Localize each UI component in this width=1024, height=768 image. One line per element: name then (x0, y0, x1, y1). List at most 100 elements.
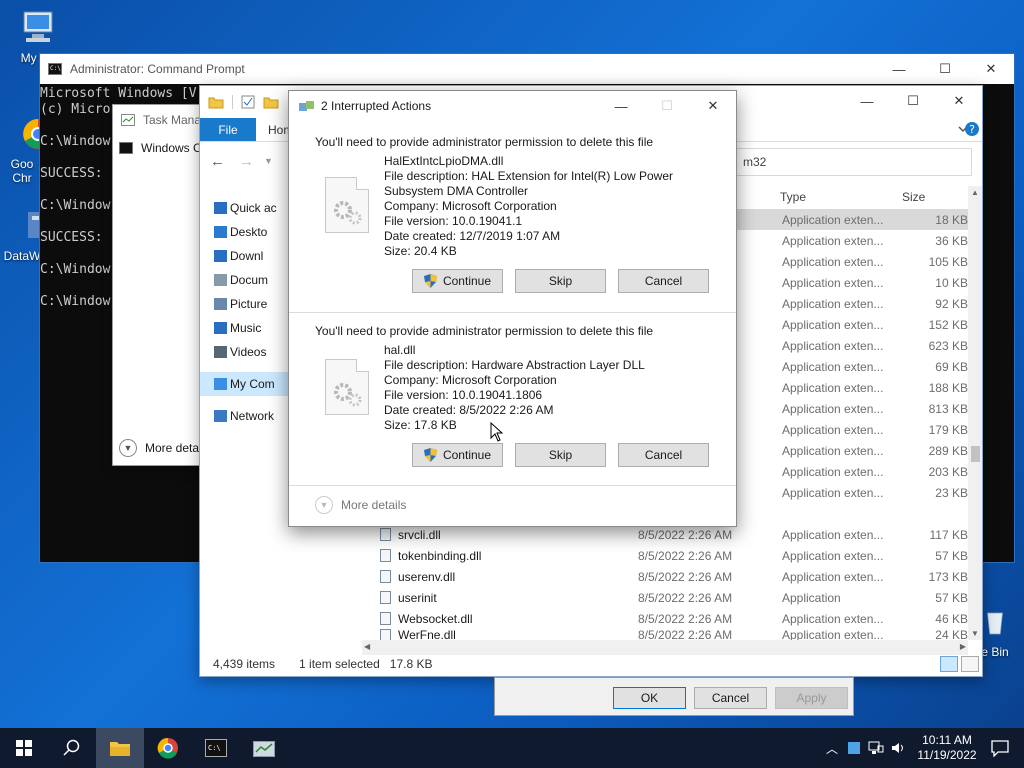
apply-button[interactable]: Apply (775, 687, 848, 709)
file-type: Application exten... (782, 527, 884, 542)
file-date: 8/5/2022 2:26 AM (638, 548, 733, 563)
notifications-icon[interactable] (990, 739, 1010, 757)
file-icon (380, 549, 391, 562)
more-details-toggle[interactable]: ▼ More deta (119, 439, 199, 457)
chevron-down-icon[interactable]: ▼ (264, 156, 273, 166)
table-row[interactable]: srvcli.dll 8/5/2022 2:26 AM Application ex… (374, 524, 968, 545)
nav-item[interactable]: Picture (200, 292, 296, 316)
address-bar[interactable]: m32 (734, 148, 972, 176)
skip-button[interactable]: Skip (515, 443, 606, 467)
status-bar: 4,439 items 1 item selected 17.8 KB (200, 652, 982, 676)
table-row[interactable]: Websocket.dll 8/5/2022 2:26 AM Application… (374, 608, 968, 629)
selection-count: 1 item selected (299, 657, 380, 671)
file-size: 10 KB (935, 275, 968, 290)
nav-item-label: Quick ac (230, 201, 277, 215)
document-icon (214, 274, 227, 286)
back-arrow-icon[interactable]: ← (210, 153, 225, 170)
file-name: Websocket.dll (398, 611, 473, 626)
nav-item[interactable]: Downl (200, 244, 296, 268)
tab-file[interactable]: File (200, 118, 256, 141)
file-size: 117 KB (929, 527, 968, 542)
chevron-up-icon[interactable]: ︿ (826, 740, 838, 757)
search-button[interactable] (48, 728, 96, 768)
file-description-cont: Subsystem DMA Controller (384, 184, 529, 198)
file-icon (380, 612, 391, 625)
volume-icon[interactable] (890, 741, 906, 755)
file-type: Application exten... (782, 464, 884, 479)
interrupted-actions-dialog[interactable]: 2 Interrupted Actions — ☐ ✕ You'll need … (288, 90, 737, 527)
task-manager-icon (121, 114, 135, 126)
nav-item[interactable]: Quick ac (200, 196, 296, 220)
nav-item[interactable]: Network (200, 404, 296, 428)
scroll-down-icon[interactable]: ▼ (971, 629, 979, 638)
file-type: Application exten... (782, 401, 884, 416)
file-icon (380, 570, 391, 583)
cancel-button[interactable]: Cancel (618, 443, 709, 467)
minimize-button[interactable]: — (876, 54, 922, 84)
nav-item-label: My Com (230, 377, 275, 391)
file-description: File description: Hardware Abstraction L… (384, 358, 645, 372)
nav-item[interactable]: My Com (200, 372, 296, 396)
scroll-left-icon[interactable]: ◀ (364, 642, 370, 651)
ok-button[interactable]: OK (613, 687, 686, 709)
file-type: Application exten... (782, 275, 884, 290)
taskbar: C:\ ︿ 10:11 AM 11/19/2022 (0, 728, 1024, 768)
permission-message: You'll need to provide administrator per… (315, 135, 654, 149)
table-row[interactable]: tokenbinding.dll 8/5/2022 2:26 AM Applicat… (374, 545, 968, 566)
help-icon[interactable]: ? (964, 121, 980, 137)
scroll-thumb[interactable] (971, 446, 980, 462)
file-size: Size: 20.4 KB (384, 244, 457, 258)
table-row[interactable]: userinit 8/5/2022 2:26 AM Application 57 KB (374, 587, 968, 608)
close-button[interactable]: ✕ (690, 91, 736, 121)
cancel-button[interactable]: Cancel (618, 269, 709, 293)
nav-item[interactable]: Deskto (200, 220, 296, 244)
vertical-scrollbar[interactable]: ▲ ▼ (968, 186, 982, 640)
new-folder-icon[interactable] (263, 95, 279, 109)
nav-item[interactable]: Music (200, 316, 296, 340)
item-count: 4,439 items (213, 657, 276, 671)
taskbar-task-manager[interactable] (240, 728, 288, 768)
clock-date: 11/19/2022 (917, 748, 977, 762)
cancel-button[interactable]: Cancel (694, 687, 767, 709)
more-details-toggle[interactable]: ▼ More details (315, 496, 406, 514)
maximize-button[interactable]: ☐ (890, 86, 936, 116)
clock[interactable]: 10:11 AM 11/19/2022 (912, 733, 982, 763)
search-icon (63, 739, 80, 756)
cmd-icon (48, 63, 62, 75)
taskbar-chrome[interactable] (144, 728, 192, 768)
file-name: tokenbinding.dll (398, 548, 482, 563)
cmd-titlebar[interactable]: Administrator: Command Prompt (40, 54, 1014, 84)
minimize-button[interactable]: — (598, 91, 644, 121)
permission-message: You'll need to provide administrator per… (315, 324, 654, 338)
network-icon[interactable] (868, 741, 884, 755)
forward-arrow-icon[interactable]: → (239, 153, 254, 170)
large-icons-view-icon[interactable] (961, 656, 979, 672)
column-header-type[interactable]: Type (774, 186, 896, 208)
folder-icon (208, 97, 224, 109)
continue-button[interactable]: Continue (412, 443, 503, 467)
scroll-right-icon[interactable]: ▶ (960, 642, 966, 651)
taskbar-command-prompt[interactable]: C:\ (192, 728, 240, 768)
file-date: 8/5/2022 2:26 AM (638, 590, 733, 605)
close-button[interactable]: ✕ (936, 86, 982, 116)
minimize-button[interactable]: — (844, 86, 890, 116)
maximize-button[interactable]: ☐ (922, 54, 968, 84)
column-header-size[interactable]: Size (896, 186, 968, 208)
scroll-up-icon[interactable]: ▲ (971, 188, 979, 197)
nav-item-label: Docum (230, 273, 269, 287)
table-row[interactable]: userenv.dll 8/5/2022 2:26 AM Application e… (374, 566, 968, 587)
properties-icon[interactable] (241, 95, 255, 109)
details-view-icon[interactable] (940, 656, 958, 672)
close-button[interactable]: ✕ (968, 54, 1014, 84)
continue-label: Continue (442, 448, 492, 462)
file-type: Application exten... (782, 380, 884, 395)
file-size: 69 KB (935, 359, 968, 374)
start-button[interactable] (0, 728, 48, 768)
notification-app-icon[interactable] (848, 742, 860, 754)
continue-button[interactable]: Continue (412, 269, 503, 293)
taskmgr-title: Task Manag (143, 113, 208, 127)
nav-item[interactable]: Videos (200, 340, 296, 364)
nav-item[interactable]: Docum (200, 268, 296, 292)
taskbar-file-explorer[interactable] (96, 728, 144, 768)
skip-button[interactable]: Skip (515, 269, 606, 293)
